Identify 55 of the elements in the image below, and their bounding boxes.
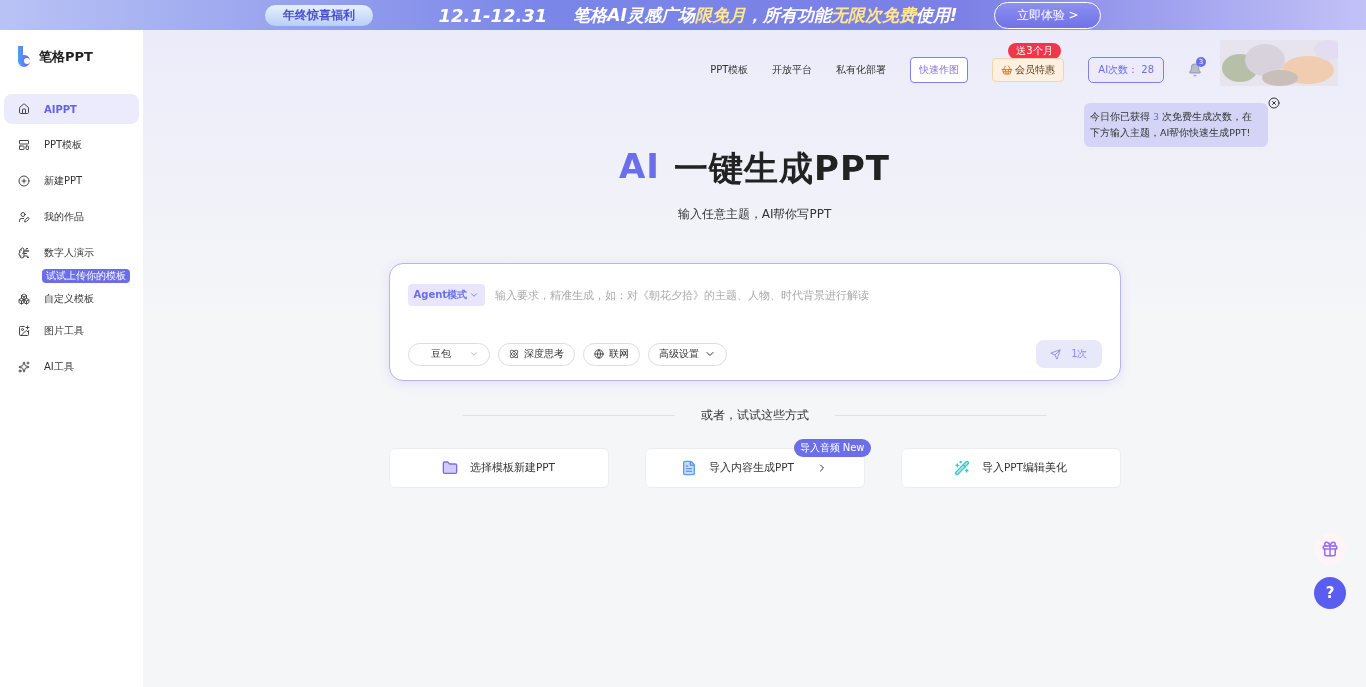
toggle-chip[interactable]: 深度思考 bbox=[497, 342, 575, 366]
sparkle-icon bbox=[18, 361, 30, 373]
caret-icon bbox=[469, 290, 480, 300]
nav-link[interactable]: 开放平台 bbox=[772, 63, 813, 77]
folder-icon bbox=[441, 460, 458, 476]
sidebar-item[interactable]: 自定义模板 bbox=[4, 284, 139, 314]
image-plus-icon bbox=[18, 325, 30, 337]
tooltip-text: 今日你已获得 3 次免费生成次数，在下方输入主题，AI帮你快速生成PPT! bbox=[1090, 111, 1253, 138]
sidebar-item[interactable]: 我的作品 bbox=[4, 202, 139, 232]
send-icon bbox=[1050, 348, 1062, 360]
mode-dropdown[interactable]: Agent模式 bbox=[407, 284, 486, 306]
nav-link[interactable]: 私有化部署 bbox=[836, 63, 887, 77]
sidebar-item[interactable]: 数字人演示 bbox=[4, 238, 139, 268]
toggle-chip[interactable]: 联网 bbox=[582, 342, 640, 366]
caret-icon bbox=[468, 349, 479, 359]
document-icon bbox=[680, 460, 697, 476]
circles-icon bbox=[18, 293, 30, 305]
member-offer-button[interactable]: 会员特惠 bbox=[992, 58, 1065, 82]
divider-text: 或者，试试这些方式 bbox=[700, 407, 809, 424]
layers-icon bbox=[18, 139, 30, 151]
wand-icon bbox=[953, 460, 970, 476]
option-card[interactable]: 选择模板新建PPT bbox=[388, 448, 609, 488]
basket-icon bbox=[1001, 64, 1014, 76]
title-accent: AI bbox=[619, 146, 660, 188]
atom-icon bbox=[508, 349, 519, 359]
sidebar-item[interactable]: AI工具 bbox=[4, 352, 139, 382]
gift-icon bbox=[1321, 540, 1339, 558]
sidebar-item[interactable]: 图片工具 bbox=[4, 316, 139, 346]
offer-badge: 送3个月 bbox=[1008, 43, 1061, 59]
help-button[interactable]: ? bbox=[1314, 577, 1346, 609]
option-card[interactable]: 导入PPT编辑美化 bbox=[900, 448, 1121, 488]
plus-circle-icon bbox=[18, 175, 30, 187]
globe-icon bbox=[593, 349, 604, 359]
advanced-settings-dropdown[interactable]: 高级设置 bbox=[647, 342, 727, 366]
logo-text: 笔格PPT bbox=[39, 48, 93, 66]
promo-label: 年终惊喜福利 bbox=[264, 4, 373, 26]
subtitle: 输入任意主题，AI帮你写PPT bbox=[677, 206, 832, 223]
home-icon bbox=[18, 103, 30, 115]
close-icon[interactable] bbox=[1268, 97, 1280, 109]
gift-button[interactable] bbox=[1314, 533, 1346, 565]
page-title: 一键生成PPT bbox=[673, 147, 890, 190]
sidebar-item[interactable]: AIPPT bbox=[4, 94, 139, 124]
bell-icon[interactable] bbox=[1188, 63, 1202, 77]
ai-count-button[interactable]: AI次数： 28 bbox=[1088, 57, 1164, 83]
sidebar-item[interactable]: 新建PPT bbox=[4, 166, 139, 196]
user-pen-icon bbox=[18, 211, 30, 223]
nav-link[interactable]: PPT模板 bbox=[710, 63, 749, 77]
sidebar-item[interactable]: PPT模板 bbox=[4, 130, 139, 160]
sidebar-badge: 试试上传你的模板 bbox=[42, 269, 130, 283]
promo-headline: 笔格AI灵感广场限免月，所有功能无限次免费使用! bbox=[573, 3, 958, 27]
promo-dates: 12.1-12.31 bbox=[438, 4, 548, 26]
new-badge: 导入音频 New bbox=[793, 439, 871, 457]
prompt-input[interactable]: 输入要求，精准生成，如：对《朝花夕拾》的主题、人物、时代背景进行解读 bbox=[493, 288, 1102, 302]
model-dropdown[interactable]: 豆包 bbox=[407, 342, 490, 366]
quick-draw-button[interactable]: 快速作图 bbox=[910, 57, 969, 83]
